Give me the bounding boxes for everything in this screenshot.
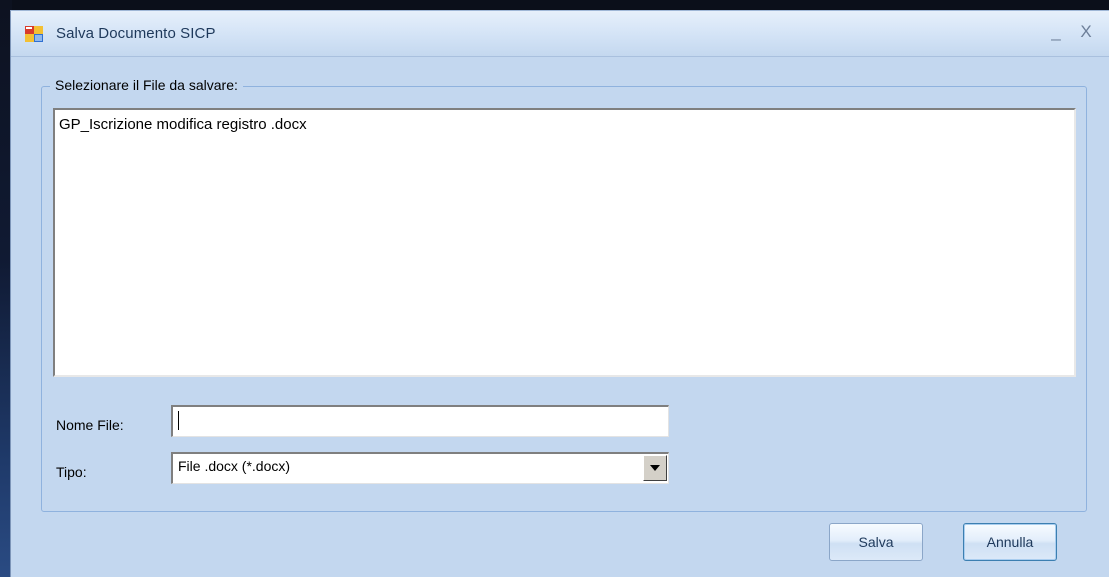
nome-file-input[interactable] — [171, 405, 669, 437]
title-bar[interactable]: Salva Documento SICP _ X — [11, 11, 1109, 57]
chevron-down-icon[interactable] — [643, 455, 667, 481]
tipo-selected-value: File .docx (*.docx) — [178, 458, 291, 474]
tipo-label: Tipo: — [56, 464, 87, 480]
cancel-button[interactable]: Annulla — [963, 523, 1057, 561]
tipo-select[interactable]: File .docx (*.docx) — [171, 452, 669, 484]
save-button[interactable]: Salva — [829, 523, 923, 561]
close-button[interactable]: X — [1076, 22, 1096, 42]
nome-file-label: Nome File: — [56, 417, 124, 433]
window-title: Salva Documento SICP — [56, 25, 216, 42]
file-listbox[interactable]: GP_Iscrizione modifica registro .docx — [53, 108, 1076, 377]
minimize-button[interactable]: _ — [1046, 22, 1066, 42]
app-window-icon — [25, 26, 43, 42]
text-caret — [178, 411, 179, 430]
group-legend: Selezionare il File da salvare: — [50, 77, 243, 93]
save-dialog: Salva Documento SICP _ X Selezionare il … — [10, 10, 1109, 577]
file-selection-group: Selezionare il File da salvare: GP_Iscri… — [41, 77, 1087, 512]
file-list-item[interactable]: GP_Iscrizione modifica registro .docx — [59, 116, 307, 133]
